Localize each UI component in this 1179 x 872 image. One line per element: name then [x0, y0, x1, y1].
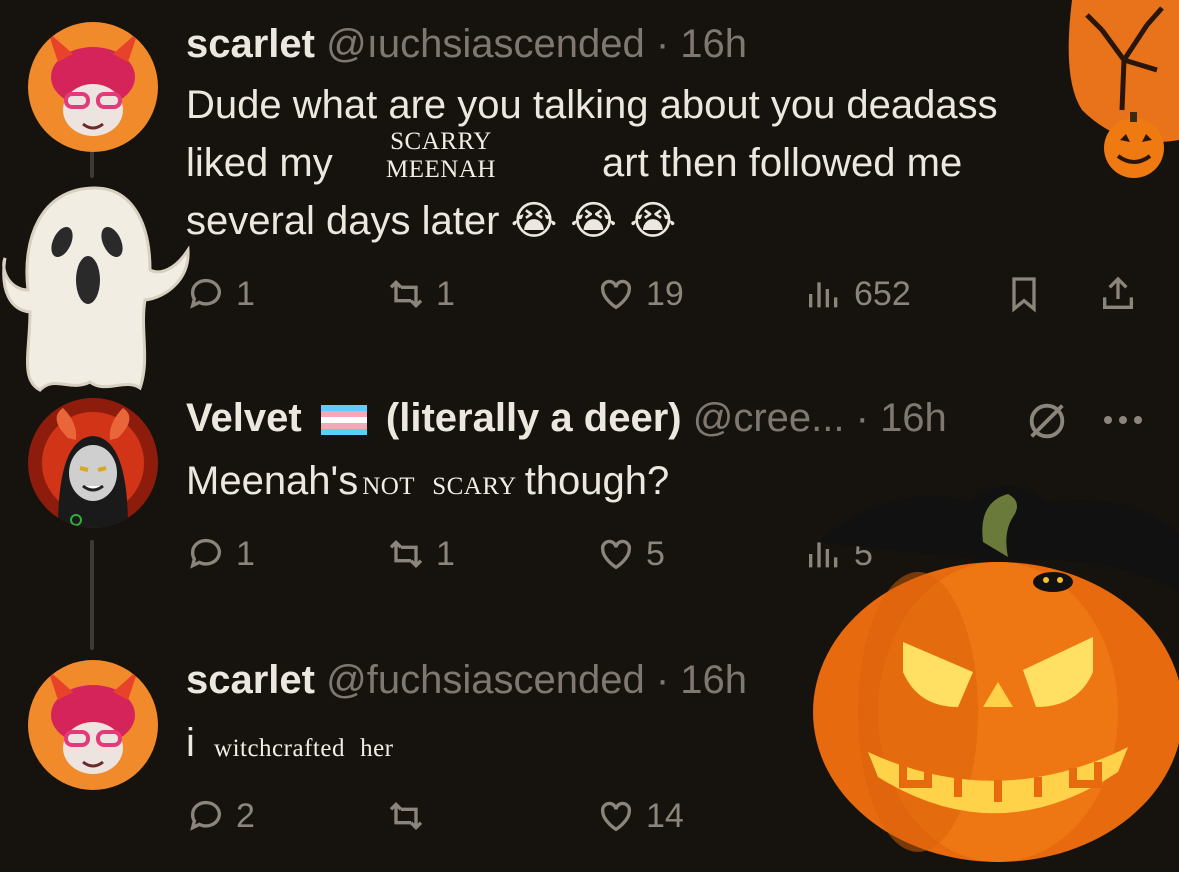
thread-line-top: [90, 148, 94, 178]
like-icon: [600, 279, 632, 310]
reply-button[interactable]: 1: [186, 274, 255, 314]
avatar[interactable]: [28, 660, 158, 790]
reply-count: 1: [236, 534, 255, 573]
handle[interactable]: @cree...: [693, 396, 845, 440]
separator: ·: [655, 22, 670, 66]
text-fragment: i: [186, 721, 195, 765]
text-fragment: several days later: [186, 199, 500, 243]
share-button[interactable]: [1098, 274, 1138, 314]
emoji-crying: 😭 😭 😭: [510, 198, 677, 244]
reply-button[interactable]: 1: [186, 534, 255, 574]
like-button[interactable]: 14: [596, 796, 684, 836]
handle[interactable]: @ıuchsiascended: [326, 22, 645, 66]
sticker-word: SCARY: [432, 473, 517, 500]
tweet-header: scarlet @ıuchsiascended · 16h: [186, 22, 747, 67]
jack-o-lantern-sticker: [808, 472, 1179, 872]
display-name-suffix[interactable]: (literally a deer): [386, 396, 682, 440]
like-button[interactable]: 5: [596, 534, 665, 574]
tweet-header: scarlet @fuchsiascended · 16h: [186, 658, 747, 703]
bookmark-icon: [1012, 277, 1036, 313]
text-line: liked my SCARRY MEENAH art then followed…: [186, 128, 1096, 192]
reply-button[interactable]: 2: [186, 796, 255, 836]
repost-button[interactable]: 1: [386, 274, 455, 314]
reply-icon: [190, 538, 221, 569]
handle[interactable]: @fuchsiascended: [326, 658, 645, 702]
like-button[interactable]: 19: [596, 274, 684, 314]
sticker-word: witchcrafted: [214, 735, 345, 762]
like-count: 14: [646, 796, 684, 835]
like-icon: [600, 539, 632, 570]
avatar[interactable]: [28, 22, 158, 152]
text-fragment: Meenah's: [186, 459, 359, 503]
repost-count: 1: [436, 274, 455, 313]
sticker-word: MEENAH: [386, 156, 496, 183]
tweet-header: Velvet (literally a deer) @cree... · 16h: [186, 396, 947, 441]
timestamp[interactable]: 16h: [680, 22, 747, 66]
timestamp[interactable]: 16h: [680, 658, 747, 702]
repost-count: 1: [436, 534, 455, 573]
like-count: 5: [646, 534, 665, 573]
text-fragment: liked my: [186, 141, 333, 185]
text-line: Dude what are you talking about you dead…: [186, 83, 998, 127]
reply-count: 2: [236, 796, 255, 835]
reply-icon: [190, 800, 221, 831]
thread-line-middle: [90, 540, 94, 650]
sticker-word: SCARRY: [390, 128, 492, 155]
timestamp[interactable]: 16h: [880, 396, 947, 440]
views-count: 652: [854, 274, 911, 313]
repost-icon: [389, 279, 423, 309]
separator: ·: [655, 658, 670, 702]
repost-icon: [389, 539, 423, 569]
text-fragment: though?: [524, 459, 670, 503]
flag-emoji: [320, 405, 367, 436]
like-icon: [600, 801, 632, 832]
more-icon[interactable]: [1098, 408, 1148, 437]
ghost-sticker: [0, 180, 195, 400]
pumpkin-tree-sticker: [1062, 0, 1179, 190]
views-icon: [809, 282, 838, 308]
separator: ·: [855, 396, 869, 440]
bookmark-button[interactable]: [1004, 274, 1044, 314]
repost-icon: [389, 801, 423, 831]
sticker-word: her: [360, 735, 394, 762]
action-bar: 1 1 19 652: [186, 274, 1146, 324]
text-line: several days later 😭 😭 😭: [186, 192, 1096, 250]
views-button[interactable]: 652: [804, 274, 911, 314]
repost-button[interactable]: [386, 796, 426, 836]
avatar[interactable]: [28, 398, 158, 528]
mute-icon[interactable]: [1024, 398, 1070, 449]
share-icon: [1103, 276, 1133, 309]
text-fragment: art then followed me: [602, 141, 963, 185]
display-name[interactable]: Velvet: [186, 396, 302, 440]
display-name[interactable]: scarlet: [186, 658, 315, 702]
display-name[interactable]: scarlet: [186, 22, 315, 66]
sticker-word: NOT: [362, 473, 416, 500]
like-count: 19: [646, 274, 684, 313]
repost-button[interactable]: 1: [386, 534, 455, 574]
sticker-text: SCARRY MEENAH: [376, 128, 506, 184]
reply-count: 1: [236, 274, 255, 313]
tweet-text: Dude what are you talking about you dead…: [186, 76, 1096, 250]
